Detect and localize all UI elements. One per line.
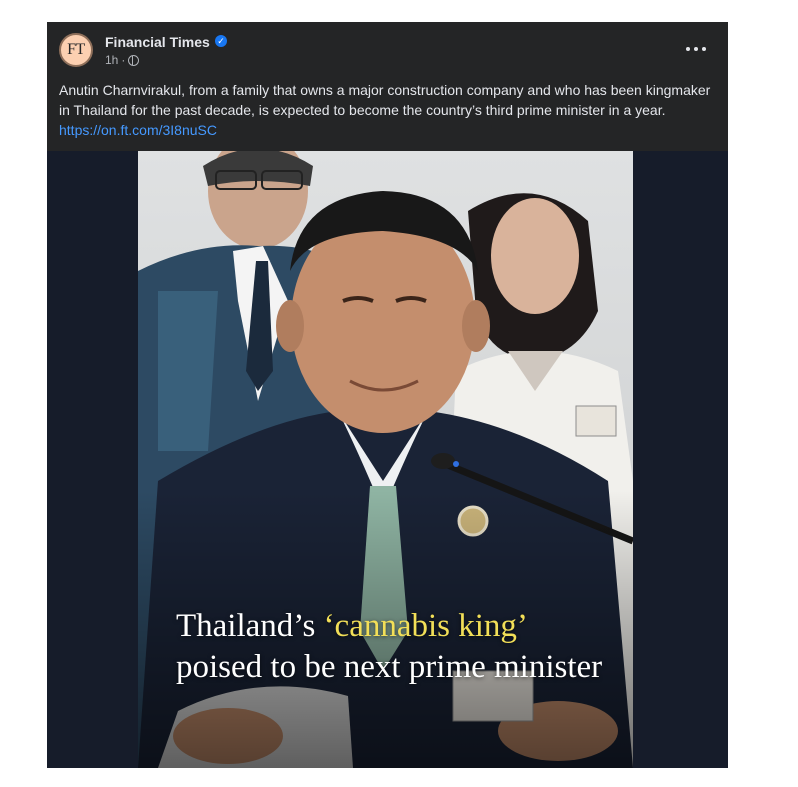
facebook-post: FT Financial Times ✓ 1h · Anutin Charnvi… xyxy=(47,22,728,768)
news-photo[interactable]: Thailand’s ‘cannabis king’ poised to be … xyxy=(138,151,633,768)
post-caption: Anutin Charnvirakul, from a family that … xyxy=(59,80,711,140)
headline-part1: Thailand’s xyxy=(176,608,324,644)
caption-link[interactable]: https://on.ft.com/3I8nuSC xyxy=(59,122,217,138)
more-options-button[interactable] xyxy=(682,38,710,60)
more-options-icon xyxy=(694,47,698,51)
verified-check-icon: ✓ xyxy=(215,35,227,47)
more-options-icon xyxy=(702,47,706,51)
more-options-icon xyxy=(686,47,690,51)
photo-headline: Thailand’s ‘cannabis king’ poised to be … xyxy=(176,606,616,688)
post-meta: 1h · xyxy=(105,53,140,67)
meta-separator: · xyxy=(121,53,126,67)
post-header: FT Financial Times ✓ 1h · xyxy=(47,22,728,76)
post-timestamp[interactable]: 1h xyxy=(105,53,118,67)
caption-text: Anutin Charnvirakul, from a family that … xyxy=(59,82,711,118)
page-name-link[interactable]: Financial Times xyxy=(105,34,210,50)
avatar-logo-text: FT xyxy=(67,41,85,58)
headline-part2: poised to be next prime minister xyxy=(176,649,603,685)
post-media[interactable]: Thailand’s ‘cannabis king’ poised to be … xyxy=(47,151,728,768)
headline-highlight: ‘cannabis king’ xyxy=(323,608,528,644)
page-avatar[interactable]: FT xyxy=(59,33,93,67)
globe-icon[interactable] xyxy=(128,54,140,66)
